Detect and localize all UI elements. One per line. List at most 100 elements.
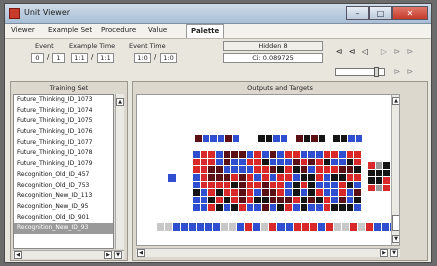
unit-cell bbox=[216, 196, 223, 204]
unit-cell bbox=[262, 204, 269, 211]
unit-cell bbox=[225, 135, 232, 142]
unit-cell bbox=[341, 223, 349, 231]
event-slash: / bbox=[47, 53, 50, 61]
training-set-item[interactable]: Recognition_New_ID_93 bbox=[14, 223, 113, 234]
control-panel: Event Example Time Event Time 0 / 1 1:1 … bbox=[5, 39, 431, 79]
unit-cell bbox=[368, 177, 375, 184]
menu-value[interactable]: Value bbox=[148, 26, 167, 34]
unit-cell bbox=[315, 158, 323, 166]
last-event-button[interactable]: ⊳ bbox=[404, 47, 416, 57]
outputs-scroll-end[interactable]: ▼ bbox=[390, 249, 398, 257]
outputs-scroll-thumb[interactable] bbox=[392, 215, 399, 231]
unit-cell bbox=[301, 223, 309, 231]
unit-cell bbox=[381, 223, 389, 231]
training-set-item[interactable]: Future_Thinking_ID_1079 bbox=[14, 159, 113, 170]
unit-cell bbox=[208, 189, 216, 196]
unit-cell bbox=[277, 151, 285, 158]
training-set-item[interactable]: Recognition_Old_ID_753 bbox=[14, 181, 113, 192]
scroll-down-arrow[interactable]: ▼ bbox=[114, 251, 122, 259]
maximize-button[interactable]: □ bbox=[369, 6, 392, 20]
training-set-item[interactable]: Future_Thinking_ID_1073 bbox=[14, 95, 113, 106]
slider-next-button[interactable]: ⊳ bbox=[391, 67, 403, 77]
unit-cell bbox=[383, 162, 390, 169]
training-set-item[interactable]: Recognition_New_ID_95 bbox=[14, 202, 113, 213]
training-set-item[interactable]: Future_Thinking_ID_1076 bbox=[14, 127, 113, 138]
unit-cell bbox=[262, 173, 269, 181]
unit-cell bbox=[246, 196, 254, 204]
unit-cell bbox=[223, 158, 231, 166]
outputs-hscroll[interactable]: ◀ ▶ ▼ bbox=[136, 248, 400, 257]
scroll-left-arrow[interactable]: ◀ bbox=[14, 251, 22, 259]
outputs-scroll-right[interactable]: ▶ bbox=[380, 249, 388, 257]
tick-slider[interactable] bbox=[335, 67, 385, 77]
menu-procedure[interactable]: Procedure bbox=[101, 26, 136, 34]
unit-cell bbox=[200, 196, 208, 204]
training-set-vscroll[interactable]: ▲ bbox=[115, 94, 124, 249]
example-time-field[interactable]: 1:1 bbox=[71, 53, 88, 63]
unit-cell bbox=[292, 181, 300, 189]
slider-last-button[interactable]: ⊳ bbox=[404, 67, 416, 77]
training-set-item[interactable]: Recognition_New_ID_113 bbox=[14, 191, 113, 202]
next-fast-button[interactable]: ⊳ bbox=[391, 47, 403, 57]
unit-cell bbox=[262, 158, 269, 166]
event-time-field[interactable]: 1:0 bbox=[134, 53, 151, 63]
outputs-vscroll[interactable]: ▲ ▼ bbox=[391, 95, 399, 245]
training-set-item[interactable]: Future_Thinking_ID_1078 bbox=[14, 148, 113, 159]
unit-cell bbox=[323, 158, 331, 166]
menu-viewer[interactable]: Viewer bbox=[11, 26, 35, 34]
training-set-item[interactable]: Recognition_Old_ID_457 bbox=[14, 170, 113, 181]
close-button[interactable]: ✕ bbox=[392, 6, 428, 20]
training-set-hscroll[interactable]: ◀ ▶ ▼ bbox=[13, 250, 124, 259]
unit-cell bbox=[280, 135, 287, 142]
unit-cell bbox=[200, 189, 208, 196]
unit-cell bbox=[216, 181, 223, 189]
prev-button[interactable]: ◁ bbox=[359, 47, 371, 57]
unit-cell bbox=[357, 223, 365, 231]
unit-cell bbox=[315, 181, 323, 189]
unit-cell bbox=[308, 151, 315, 158]
unit-cell bbox=[216, 151, 223, 158]
unit-canvas[interactable]: ▲ ▼ bbox=[136, 94, 400, 246]
unit-cell bbox=[285, 173, 292, 181]
minimize-button[interactable]: – bbox=[346, 6, 369, 20]
unit-cell bbox=[346, 181, 354, 189]
unit-cell bbox=[253, 223, 261, 231]
outputs-scroll-down[interactable]: ▼ bbox=[392, 235, 399, 243]
training-set-item[interactable]: Future_Thinking_ID_1075 bbox=[14, 116, 113, 127]
unit-cell bbox=[333, 223, 341, 231]
unit-cell bbox=[269, 173, 277, 181]
unit-cell bbox=[195, 135, 202, 142]
menu-palette[interactable]: Palette bbox=[186, 24, 225, 38]
unit-cell bbox=[269, 189, 277, 196]
unit-cell bbox=[200, 166, 208, 173]
training-set-item[interactable]: Recognition_Old_ID_901 bbox=[14, 213, 113, 224]
unit-cell bbox=[354, 173, 361, 181]
scroll-up-arrow[interactable]: ▲ bbox=[116, 98, 124, 106]
first-event-button[interactable]: ⊲ bbox=[333, 47, 345, 57]
unit-cell bbox=[375, 184, 382, 191]
unit-cell bbox=[317, 223, 325, 231]
unit-cell bbox=[383, 177, 390, 184]
unit-cell bbox=[300, 166, 308, 173]
hidden-value: Ci: 0.089725 bbox=[223, 53, 323, 63]
unit-cell bbox=[223, 173, 231, 181]
menu-example-set[interactable]: Example Set bbox=[48, 26, 92, 34]
unit-cell bbox=[193, 151, 200, 158]
outputs-scroll-left[interactable]: ◀ bbox=[137, 249, 145, 257]
unit-cell bbox=[323, 173, 331, 181]
slider-thumb[interactable] bbox=[374, 67, 379, 77]
unit-cell bbox=[292, 196, 300, 204]
unit-cell bbox=[373, 223, 381, 231]
event-field[interactable]: 0 bbox=[31, 53, 44, 63]
unit-cell bbox=[258, 135, 265, 142]
scroll-right-arrow[interactable]: ▶ bbox=[104, 251, 112, 259]
prev-fast-button[interactable]: ⊲ bbox=[346, 47, 358, 57]
training-set-item[interactable]: Future_Thinking_ID_1074 bbox=[14, 106, 113, 117]
unit-cell bbox=[300, 151, 308, 158]
outputs-scroll-up[interactable]: ▲ bbox=[392, 97, 399, 105]
unit-cell bbox=[340, 135, 347, 142]
unit-cell bbox=[208, 196, 216, 204]
next-button[interactable]: ▷ bbox=[378, 47, 390, 57]
unit-cell bbox=[285, 223, 293, 231]
training-set-item[interactable]: Future_Thinking_ID_1077 bbox=[14, 138, 113, 149]
